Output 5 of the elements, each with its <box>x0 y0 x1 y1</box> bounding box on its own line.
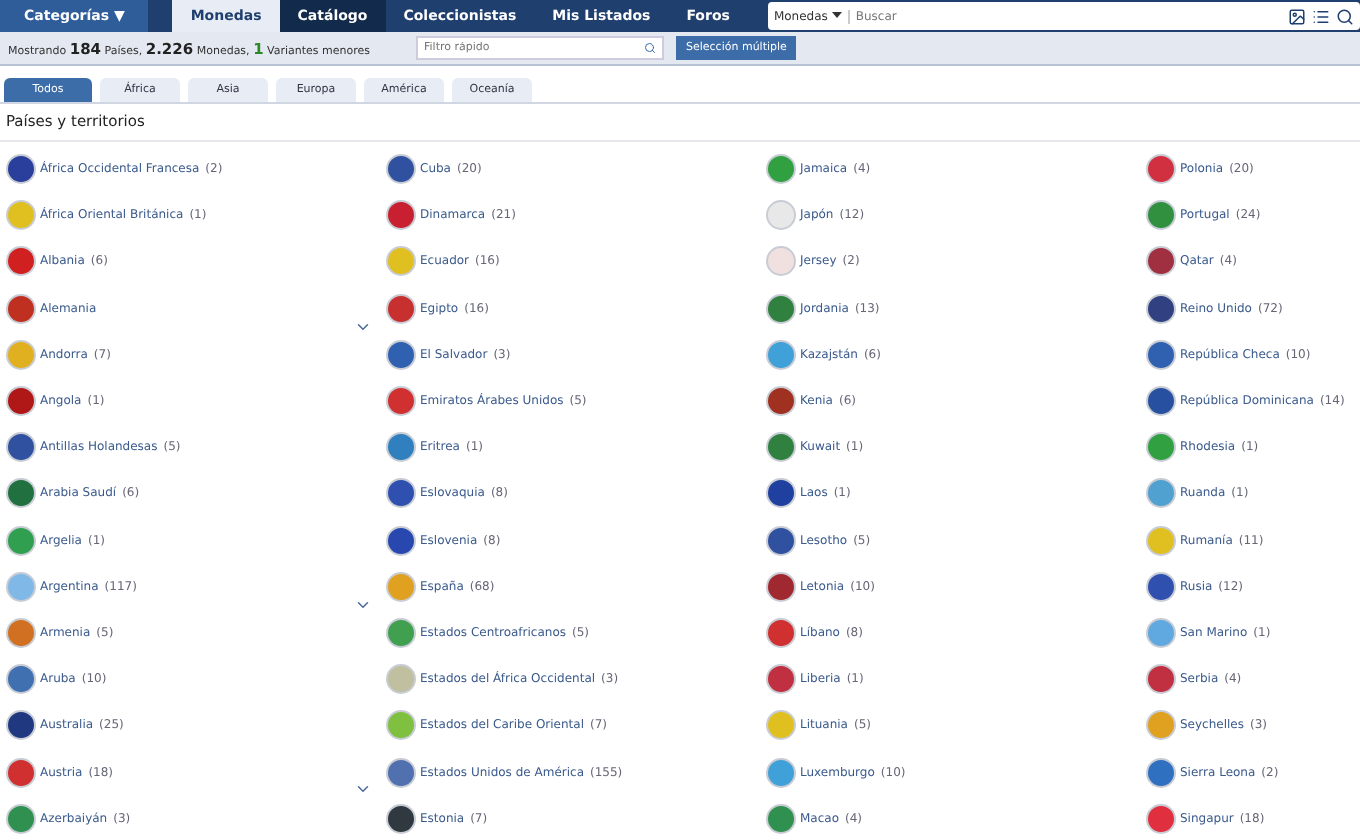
search-icon <box>644 42 656 54</box>
image-search-icon[interactable] <box>1288 7 1306 25</box>
list-view-icon[interactable] <box>1312 7 1330 25</box>
search-icon[interactable] <box>1336 7 1354 25</box>
caret-icon <box>831 12 842 20</box>
